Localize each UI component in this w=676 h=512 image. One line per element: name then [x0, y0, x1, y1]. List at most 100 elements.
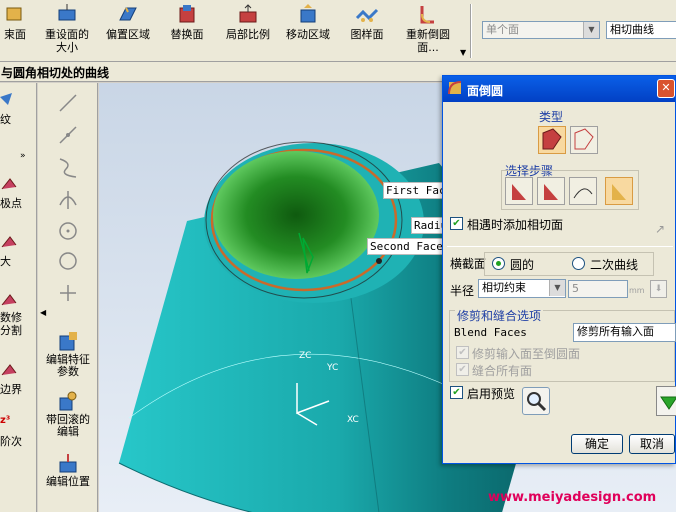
swept-section-icon	[574, 128, 594, 150]
edit-feature-params-label: 编辑特征 参数	[46, 353, 90, 378]
chevron-down-icon: ▼	[549, 280, 565, 296]
conic-radio[interactable]	[572, 257, 585, 270]
offset-region-label: 偏置区域	[106, 28, 150, 41]
local-scale-button[interactable]: 局部比例	[220, 2, 276, 60]
edit-position-button[interactable]: 编辑位置	[38, 452, 98, 488]
step-second-face-button[interactable]	[537, 177, 565, 205]
curve-rule-select[interactable]: 相切曲线	[606, 21, 676, 39]
blend-faces-select[interactable]: 修剪所有输入面	[573, 323, 676, 342]
step-first-face-button[interactable]	[505, 177, 533, 205]
texture-icon	[0, 93, 12, 105]
local-scale-icon	[239, 4, 257, 23]
expand-chevron-icon[interactable]: »	[20, 151, 26, 161]
left-item-enlarge[interactable]: 大	[0, 235, 36, 269]
more-options-button[interactable]	[656, 386, 676, 416]
move-region-label: 移动区域	[286, 28, 330, 41]
pattern-face-button[interactable]: 图样面	[344, 2, 390, 60]
face-filter-select[interactable]: 单个面 ▼	[482, 21, 600, 39]
move-region-button[interactable]: 移动区域	[280, 2, 336, 60]
blend-faces-value: 修剪所有输入面	[577, 325, 654, 338]
radius-unit: mm	[629, 286, 645, 295]
add-tangent-faces-checkbox[interactable]: ✔	[450, 217, 463, 230]
offset-region-button[interactable]: 偏置区域	[100, 2, 156, 60]
circular-radio[interactable]	[492, 257, 505, 270]
blend-faces-label: Blend Faces	[454, 326, 527, 339]
second-face-step-icon	[544, 184, 558, 200]
resize-face-icon	[58, 4, 76, 21]
side-settings-icon[interactable]: ↗	[655, 222, 675, 242]
replace-face-label: 替换面	[170, 28, 204, 41]
edit-position-label: 编辑位置	[46, 475, 90, 488]
point-icon[interactable]	[56, 281, 80, 305]
line-point-icon[interactable]	[56, 123, 80, 147]
replace-face-button[interactable]: 替换面	[164, 2, 210, 60]
cancel-label: 取消	[639, 437, 664, 451]
collapse-arrow-icon[interactable]: ◀	[40, 308, 46, 317]
pole-icon	[1, 178, 17, 190]
radius-mode-select[interactable]: 相切约束 ▼	[478, 279, 566, 298]
spline-icon[interactable]	[56, 155, 80, 179]
left-item-texture[interactable]: 纹	[0, 93, 36, 127]
preview-button[interactable]	[522, 387, 550, 415]
toolbar-separator	[470, 4, 472, 58]
type-group-label: 类型	[539, 110, 564, 124]
ok-button[interactable]: 确定	[571, 434, 623, 454]
trim-to-blend-label: 修剪输入面至倒圆面	[472, 347, 581, 361]
chevron-down-icon: ▼	[583, 22, 599, 38]
dialog-title: 面倒圆	[467, 84, 504, 98]
local-scale-label: 局部比例	[226, 28, 270, 41]
left-item-label: 阶次	[0, 435, 22, 448]
radius-field-label: 半径	[450, 284, 475, 298]
edit-feature-icon	[59, 332, 77, 351]
boundary-icon	[1, 364, 17, 376]
resize-face-button[interactable]: 重设面的 大小	[38, 2, 96, 60]
shell-face-label: 束面	[4, 28, 26, 41]
type-swept-section-button[interactable]	[570, 126, 598, 154]
left-item-label: 极点	[0, 197, 22, 210]
line-icon[interactable]	[56, 91, 80, 115]
offset-region-icon	[119, 7, 137, 21]
type-rolling-ball-button[interactable]	[538, 126, 566, 154]
close-button[interactable]: ✕	[657, 79, 675, 98]
toolbar-overflow-icon[interactable]: ▼	[460, 48, 466, 57]
trim-to-blend-checkbox[interactable]: ✔	[456, 346, 469, 359]
arc-icon[interactable]	[56, 187, 80, 211]
dialog-title-bar[interactable]: 面倒圆 ✕	[443, 76, 675, 102]
left-item-label: 纹	[0, 113, 11, 126]
face-filter-value: 单个面	[486, 23, 519, 36]
split-icon	[1, 294, 17, 306]
arrow-down-icon: ⬇	[654, 284, 663, 294]
circle-icon[interactable]	[56, 249, 80, 273]
degree-icon: z³	[0, 415, 11, 426]
radius-options-button[interactable]: ⬇	[650, 280, 667, 298]
sew-all-label: 缝合所有面	[472, 364, 533, 378]
left-item-label: 边界	[0, 383, 22, 396]
radius-mode-value: 相切约束	[482, 281, 526, 294]
radius-value-input[interactable]: 5	[568, 280, 628, 298]
step-tangent-curve-button[interactable]	[605, 177, 633, 205]
left-item-label: 数修 分割	[0, 311, 22, 337]
edit-feature-params-button[interactable]: 编辑特征 参数	[38, 330, 98, 378]
enable-preview-checkbox[interactable]: ✔	[450, 386, 463, 399]
sew-all-checkbox[interactable]: ✔	[456, 363, 469, 376]
left-item-pole[interactable]: 极点	[0, 177, 36, 211]
left-item-label: 大	[0, 255, 11, 268]
circle-point-icon[interactable]	[56, 219, 80, 243]
second-face-label: Second Face	[367, 238, 446, 255]
face-blend-dialog: 面倒圆 ✕ 类型 选择步骤 ✔ 相遇时添加相切面 ↗ 横截面 圆的 二次曲线 半…	[442, 75, 676, 464]
conic-radio-label: 二次曲线	[590, 258, 639, 272]
zc-axis-label: ZC	[299, 351, 312, 361]
ok-label: 确定	[584, 437, 609, 451]
expand-down-icon	[660, 396, 676, 410]
reblend-face-button[interactable]: 重新倒圆 面...	[398, 2, 458, 60]
left-item-degree[interactable]: z³ 阶次	[0, 415, 36, 449]
circular-radio-label: 圆的	[510, 258, 535, 272]
cancel-button[interactable]: 取消	[629, 434, 675, 454]
curve-rule-value: 相切曲线	[610, 23, 654, 36]
left-item-split[interactable]: 数修 分割	[0, 293, 36, 337]
left-item-boundary[interactable]: 边界	[0, 363, 36, 397]
resize-face-label: 重设面的 大小	[45, 28, 89, 54]
edit-with-rollback-button[interactable]: 带回滚的 编辑	[38, 390, 98, 438]
shell-face-button[interactable]: 束面	[0, 2, 30, 60]
step-spine-button[interactable]	[569, 177, 597, 205]
